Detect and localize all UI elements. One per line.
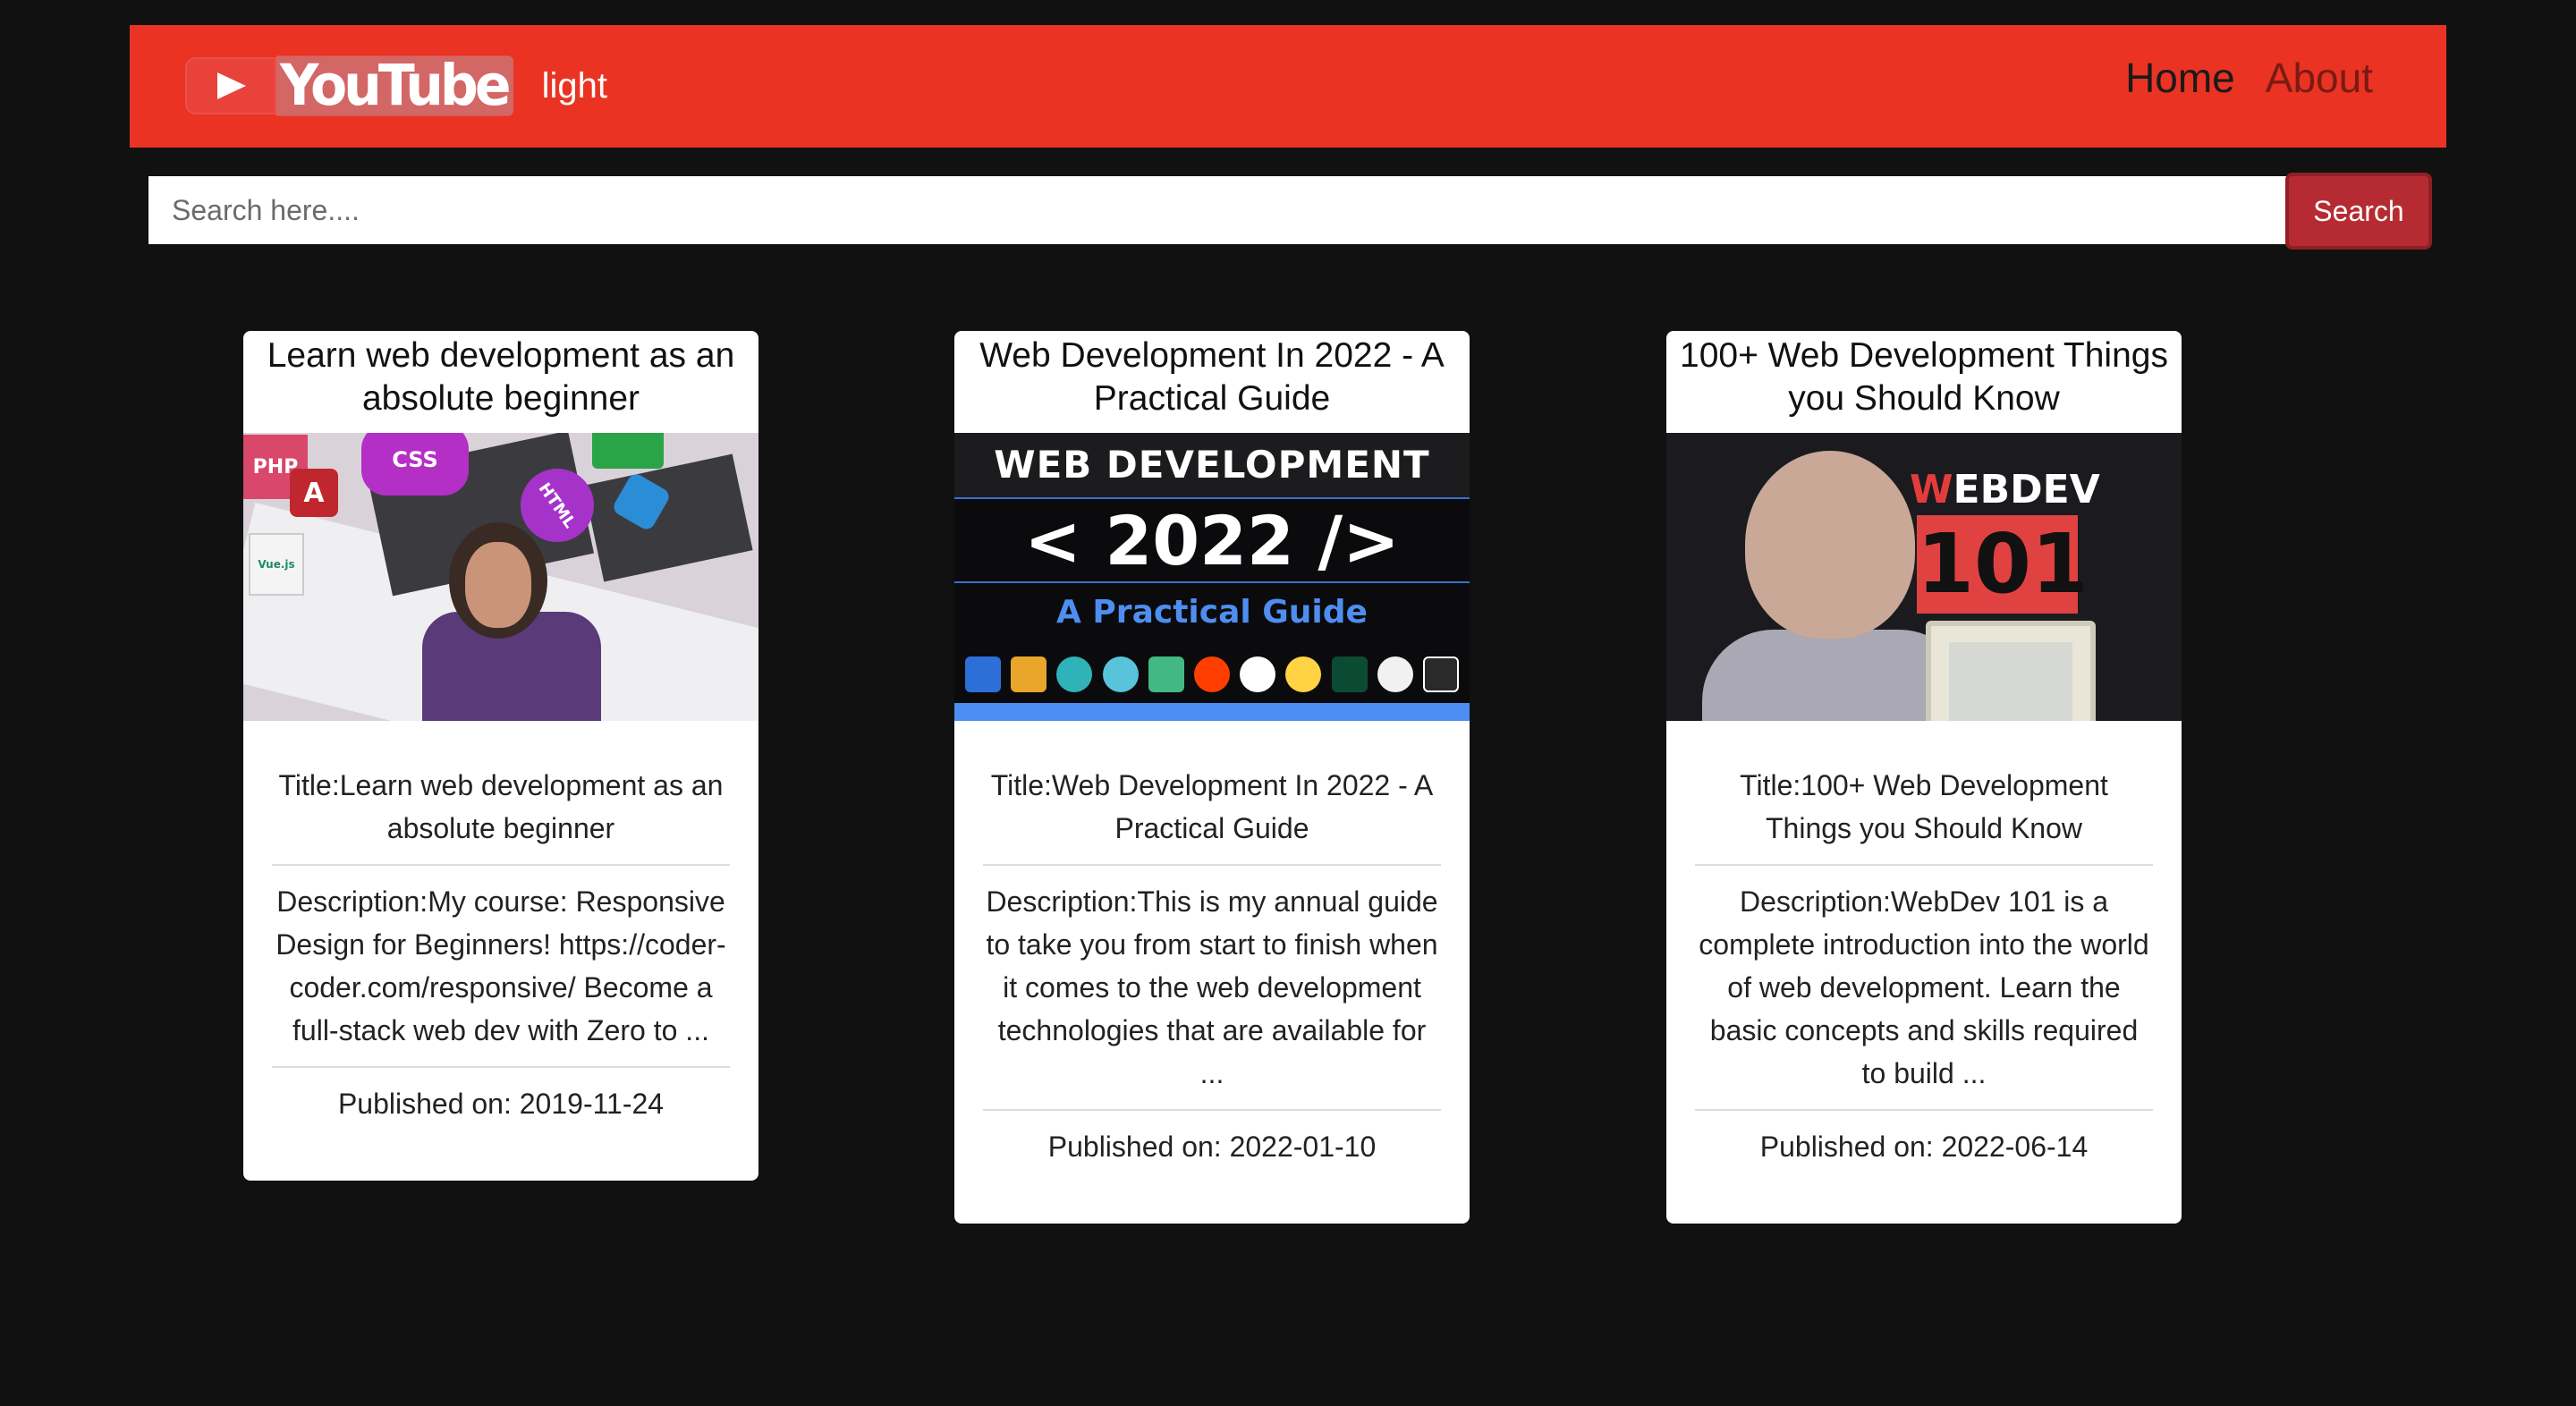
- video-card-body: Title:Web Development In 2022 - A Practi…: [954, 721, 1470, 1209]
- video-card[interactable]: Web Development In 2022 - A Practical Gu…: [954, 331, 1470, 1224]
- video-thumbnail[interactable]: PHP A CSS HTML Vue.js: [243, 433, 758, 721]
- video-description: Description:This is my annual guide to t…: [983, 880, 1441, 1111]
- vue-badge: Vue.js: [249, 533, 304, 596]
- brand-subtitle: light: [541, 65, 607, 106]
- search-input[interactable]: [148, 176, 2286, 244]
- video-description: Description:WebDev 101 is a complete int…: [1695, 880, 2153, 1111]
- nextjs-icon: [1240, 656, 1276, 692]
- framework-icon: [1422, 656, 1459, 692]
- thumb-caption-w: W: [1910, 467, 1953, 512]
- vue-icon: [1148, 656, 1184, 692]
- css3-icon: [965, 656, 1001, 692]
- green-badge: [592, 433, 664, 469]
- search-button[interactable]: Search: [2285, 173, 2432, 250]
- thumb-caption-ebdev: EBDEV: [1953, 467, 2100, 512]
- thumb-figure-head: [1745, 451, 1915, 639]
- video-title-line: Title:Learn web development as an absolu…: [272, 764, 730, 866]
- python-icon: [1285, 656, 1322, 692]
- video-thumbnail[interactable]: WEB DEVELOPMENT < 2022 /> A Practical Gu…: [954, 433, 1470, 721]
- video-title-line: Title:Web Development In 2022 - A Practi…: [983, 764, 1441, 866]
- thumb-bottom-bar: [954, 703, 1470, 721]
- tailwind-icon: [1056, 656, 1093, 692]
- nav-links: Home About: [2125, 54, 2373, 102]
- react-icon: [1102, 656, 1139, 692]
- video-heading[interactable]: Learn web development as an absolute beg…: [243, 331, 758, 433]
- javascript-icon: [1011, 656, 1047, 692]
- video-card[interactable]: 100+ Web Development Things you Should K…: [1666, 331, 2182, 1224]
- video-card[interactable]: Learn web development as an absolute beg…: [243, 331, 758, 1181]
- django-icon: [1331, 656, 1368, 692]
- video-card-body: Title:100+ Web Development Things you Sh…: [1666, 721, 2182, 1209]
- play-icon: [185, 57, 276, 114]
- thumb-laptop-shape: [583, 453, 753, 582]
- video-card-body: Title:Learn web development as an absolu…: [243, 721, 758, 1166]
- video-published-date: Published on: 2022-06-14: [1759, 1131, 2089, 1163]
- thumb-caption-year: < 2022 />: [1024, 501, 1400, 580]
- video-published-date: Published on: 2022-01-10: [1047, 1131, 1377, 1163]
- video-description: Description:My course: Responsive Design…: [272, 880, 730, 1068]
- navbar: YouTube light Home About: [130, 25, 2446, 148]
- thumb-divider: [954, 497, 1470, 499]
- thumb-caption-top: WEB DEVELOPMENT: [954, 433, 1470, 497]
- logo-text: YouTube: [276, 55, 513, 116]
- video-heading[interactable]: Web Development In 2022 - A Practical Gu…: [954, 331, 1470, 433]
- video-title-line: Title:100+ Web Development Things you Sh…: [1695, 764, 2153, 866]
- video-thumbnail[interactable]: WEBDEV 101: [1666, 433, 2182, 721]
- thumb-computer-screen: [1949, 642, 2072, 721]
- css-badge: CSS: [361, 433, 469, 495]
- brand[interactable]: YouTube light: [185, 55, 607, 116]
- tech-icons-row: [965, 649, 1459, 699]
- thumb-caption-webdev: WEBDEV: [1910, 467, 2100, 512]
- thumb-caption-number: 101: [1917, 515, 2089, 614]
- angular-badge: A: [290, 469, 338, 517]
- nav-home-link[interactable]: Home: [2125, 54, 2235, 102]
- thumb-caption-guide: A Practical Guide: [1056, 594, 1368, 631]
- video-published-date: Published on: 2019-11-24: [337, 1088, 665, 1120]
- svelte-icon: [1193, 656, 1230, 692]
- thumb-divider: [954, 581, 1470, 583]
- youtube-logo[interactable]: YouTube: [185, 55, 513, 116]
- rust-icon: [1377, 656, 1413, 692]
- video-heading[interactable]: 100+ Web Development Things you Should K…: [1666, 331, 2182, 433]
- thumb-person-face: [465, 542, 531, 628]
- nav-about-link[interactable]: About: [2266, 54, 2373, 102]
